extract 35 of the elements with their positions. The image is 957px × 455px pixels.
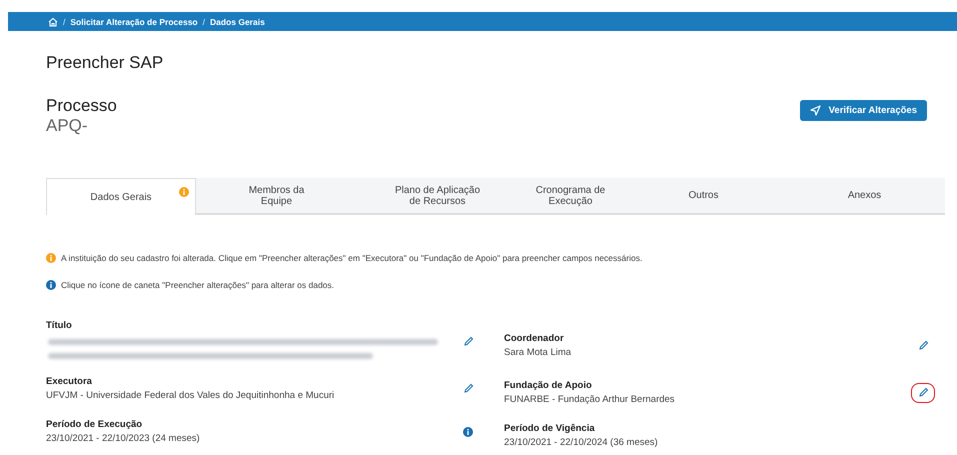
tab[interactable]: Anexos [784,178,945,213]
field-label: Título [46,320,73,331]
field-value: UFVJM - Universidade Federal dos Vales do Jequitinhonha e Mucuri [46,390,334,401]
tab[interactable]: Cronograma de Execução [518,178,623,213]
field-label: Período de Vigência [504,423,596,434]
field-value: FUNARBE - Fundação Arthur Bernardes [504,394,675,405]
verify-changes-button[interactable]: Verificar Alterações [800,100,927,121]
breadcrumb-link[interactable]: Dados Gerais [210,16,265,26]
send-icon [810,105,821,116]
notice-text: A instituição do seu cadastro foi alterada. Clique em "Preencher alterações" em "Executora" ou "Fundação de Apoio" para preencher campos necessários. [61,253,642,263]
home-icon[interactable] [48,16,58,26]
pencil-icon[interactable] [462,336,474,346]
field-label: Período de Execução [46,419,144,430]
breadcrumb-separator: / [202,16,205,26]
warning-icon [46,253,56,263]
breadcrumb-link[interactable]: Solicitar Alteração de Processo [70,16,198,26]
process-label: Processo [46,96,117,116]
field-label: Fundação de Apoio [504,380,593,391]
tab[interactable]: Membros da Equipe [196,178,357,213]
tab[interactable]: Outros [623,178,784,213]
info-icon [46,280,56,290]
pencil-icon[interactable] [918,387,928,398]
process-number: APQ- [46,116,89,136]
page-title: Preencher SAP [46,53,164,73]
field-value: Sara Mota Lima [504,346,572,358]
tab[interactable]: Dados Gerais [46,178,196,215]
notice-text: Clique no ícone de caneta "Preencher alterações" para alterar os dados. [61,280,334,290]
field-label: Coordenador [504,332,565,344]
pencil-icon[interactable] [918,340,928,350]
field-label: Executora [46,376,93,387]
tab[interactable]: Plano de Aplicação de Recursos [357,178,518,213]
pencil-icon[interactable] [462,383,474,394]
breadcrumb-separator: / [63,16,66,26]
field-value: 23/10/2021 - 22/10/2024 (36 meses) [504,437,658,448]
field-value: 23/10/2021 - 22/10/2023 (24 meses) [46,433,200,444]
